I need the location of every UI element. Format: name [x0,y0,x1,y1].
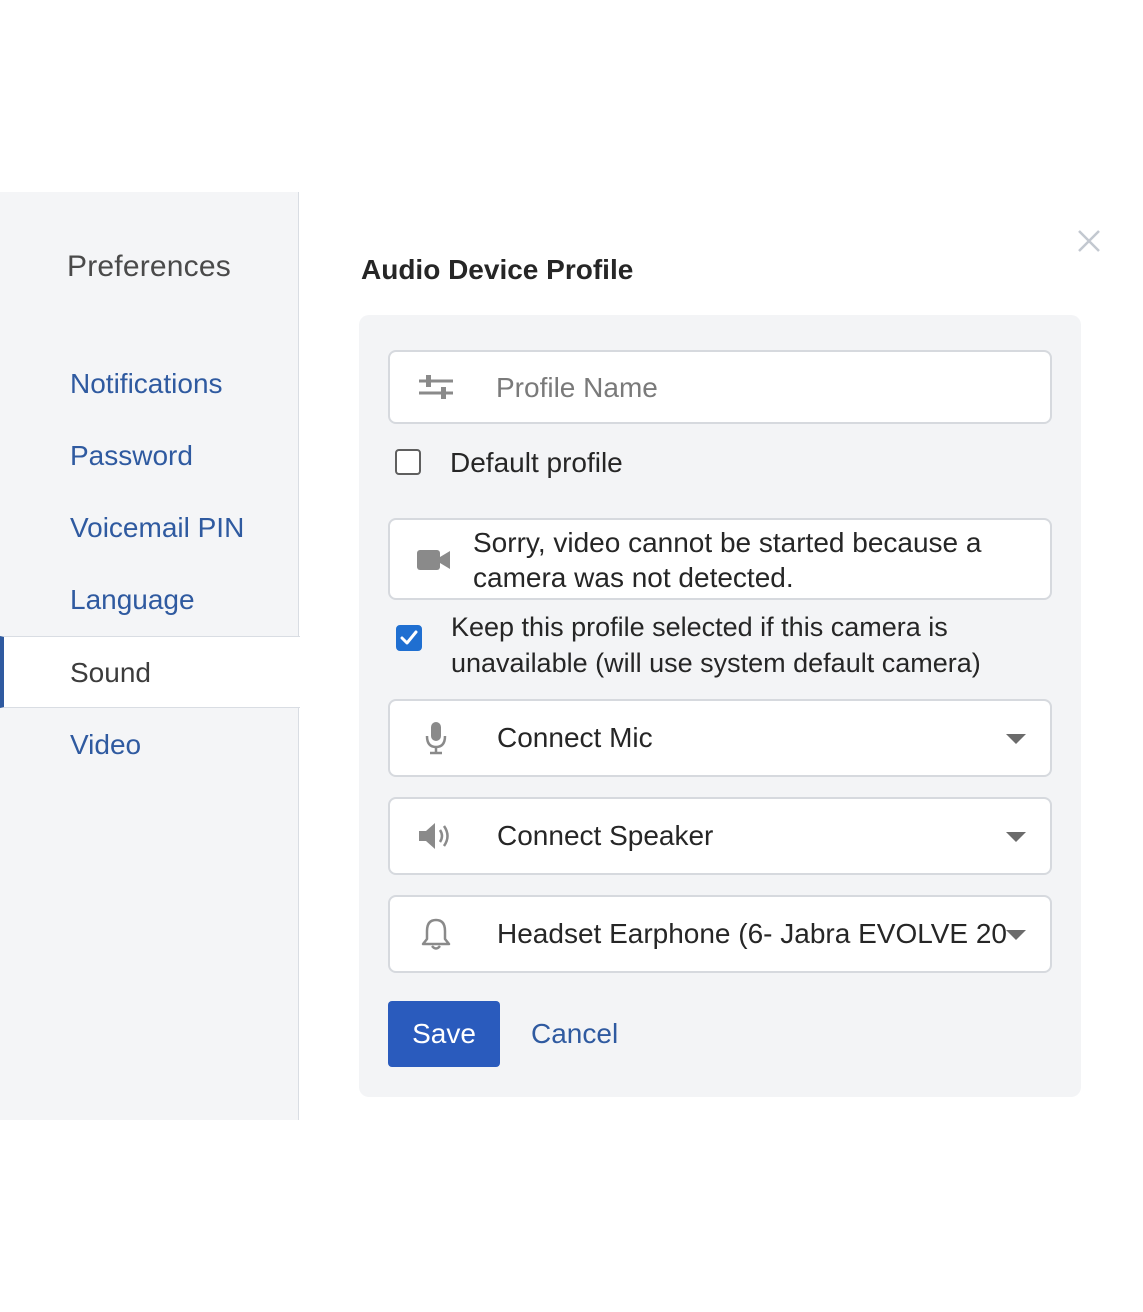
keep-profile-label: Keep this profile selected if this camer… [451,612,981,678]
sliders-icon [416,367,456,407]
bell-icon [416,914,456,954]
close-icon[interactable] [1076,228,1102,254]
ringer-select-value: Headset Earphone (6- Jabra EVOLVE 20 MS) [497,918,1017,949]
chevron-down-icon [1006,734,1026,744]
camera-alert: Sorry, video cannot be started because a… [388,518,1052,600]
mic-select[interactable]: Connect Mic [388,699,1052,777]
checkmark-icon [400,630,418,645]
mic-select-value: Connect Mic [497,722,653,753]
chevron-down-icon [1006,832,1026,842]
sidebar-title: Preferences [67,250,231,283]
default-profile-label: Default profile [450,447,623,478]
speaker-select[interactable]: Connect Speaker [388,797,1052,875]
chevron-down-icon [1006,930,1026,940]
default-profile-checkbox[interactable] [395,449,421,475]
video-camera-icon [414,540,454,580]
speaker-select-value: Connect Speaker [497,820,714,851]
sidebar-item-video[interactable]: Video [0,709,300,781]
page-title: Audio Device Profile [361,254,634,285]
profile-name-field[interactable] [388,350,1052,424]
sidebar-item-language[interactable]: Language [0,564,300,636]
audio-profile-card: Default profile Sorry, video cannot be s… [359,315,1081,1097]
keep-profile-checkbox[interactable] [396,625,422,651]
sidebar-item-notifications[interactable]: Notifications [0,348,300,420]
sidebar-item-password[interactable]: Password [0,420,300,492]
sidebar-item-sound[interactable]: Sound [0,636,300,708]
save-button[interactable]: Save [388,1001,500,1067]
preferences-sidebar: Preferences Notifications Password Voice… [0,192,300,1120]
cancel-button[interactable]: Cancel [531,1001,618,1067]
ringer-select[interactable]: Headset Earphone (6- Jabra EVOLVE 20 MS) [388,895,1052,973]
camera-alert-message: Sorry, video cannot be started because a… [473,527,982,593]
speaker-icon [416,816,456,856]
profile-name-input[interactable] [496,370,1016,406]
sidebar-item-voicemail-pin[interactable]: Voicemail PIN [0,492,300,564]
microphone-icon [416,718,456,758]
